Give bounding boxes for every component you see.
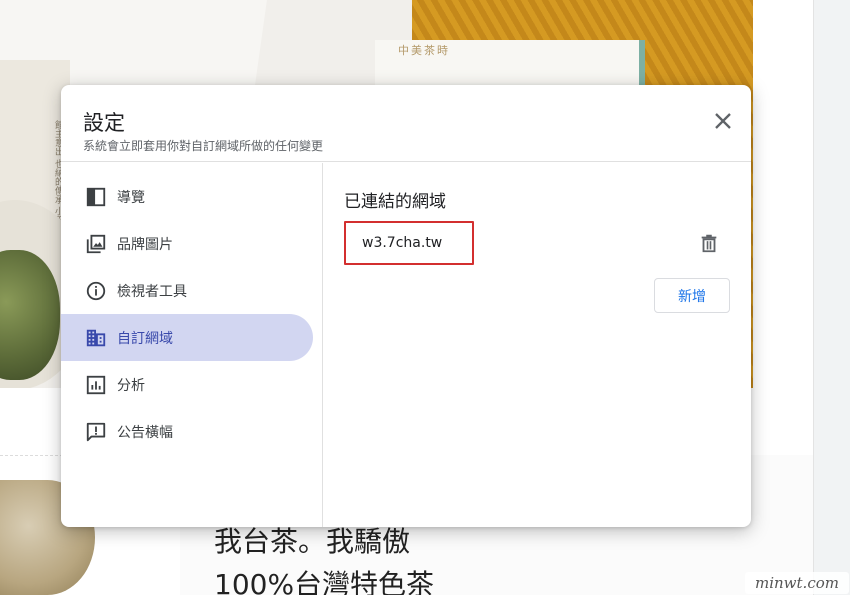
sidebar-item-label: 檢視者工具 xyxy=(117,283,187,300)
sidebar-item-custom-domain[interactable]: 自訂網域 xyxy=(61,314,313,361)
domain-name: w3.7cha.tw xyxy=(362,235,443,251)
close-button[interactable] xyxy=(709,107,737,135)
announcement-icon xyxy=(85,421,107,443)
settings-dialog: 設定 系統會立即套用你對自訂網域所做的任何變更 導覽 品牌圖片 檢視者工具 自訂… xyxy=(61,85,751,527)
analytics-icon xyxy=(85,374,107,396)
tea-box-logo: 中美茶時 xyxy=(398,44,450,57)
dialog-title: 設定 xyxy=(83,111,125,135)
delete-domain-button[interactable] xyxy=(698,232,720,254)
sidebar-item-announcement-banner[interactable]: 公告橫幅 xyxy=(61,408,313,455)
domain-entry[interactable]: w3.7cha.tw xyxy=(344,221,474,265)
sidebar-item-brand-images[interactable]: 品牌圖片 xyxy=(61,220,313,267)
sidebar-item-viewer-tools[interactable]: 檢視者工具 xyxy=(61,267,313,314)
sidebar-item-label: 導覽 xyxy=(117,189,145,206)
add-domain-button[interactable]: 新增 xyxy=(654,278,730,313)
sidebar-item-label: 公告橫幅 xyxy=(117,424,173,441)
sidebar-item-label: 分析 xyxy=(117,377,145,394)
watermark: minwt.com xyxy=(745,572,849,594)
sidebar-item-label: 品牌圖片 xyxy=(117,236,173,253)
trash-icon xyxy=(701,234,717,253)
sidebar-item-analytics[interactable]: 分析 xyxy=(61,361,313,408)
close-icon xyxy=(715,113,731,129)
info-icon xyxy=(85,280,107,302)
navigation-icon xyxy=(85,186,107,208)
section-title: 已連結的網域 xyxy=(344,192,446,212)
dialog-subtitle: 系統會立即套用你對自訂網域所做的任何變更 xyxy=(83,139,324,153)
sidebar-item-label: 自訂網域 xyxy=(117,330,173,347)
page-scroll-edge xyxy=(813,0,850,595)
sidebar-item-navigation[interactable]: 導覽 xyxy=(61,173,313,220)
settings-sidebar: 導覽 品牌圖片 檢視者工具 自訂網域 分析 公告橫幅 xyxy=(61,163,323,527)
dialog-header: 設定 系統會立即套用你對自訂網域所做的任何變更 xyxy=(61,85,751,162)
headline-2: 100%台灣特色茶 xyxy=(214,568,435,595)
domain-settings-panel: 已連結的網域 w3.7cha.tw 新增 xyxy=(324,163,751,527)
brand-images-icon xyxy=(85,233,107,255)
domain-row: w3.7cha.tw xyxy=(344,221,717,265)
domain-icon xyxy=(85,327,107,349)
